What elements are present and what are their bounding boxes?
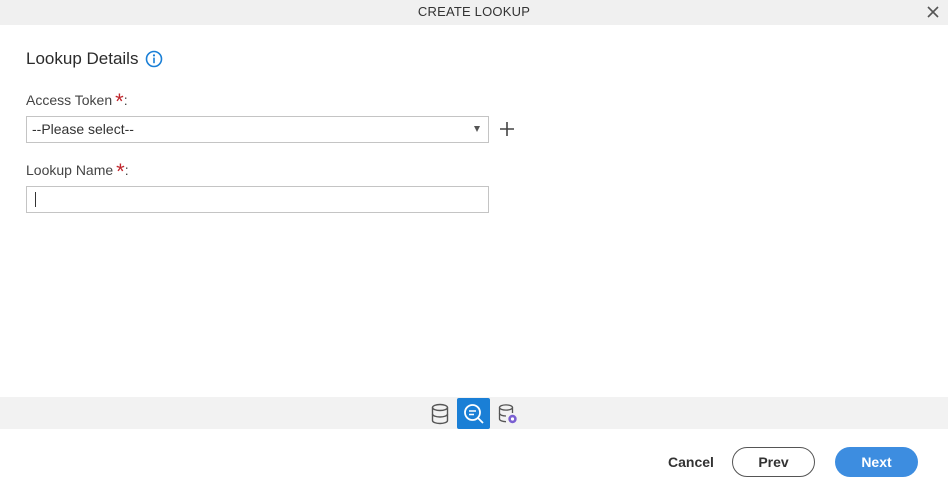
access-token-label: Access Token *:: [26, 91, 128, 113]
next-button[interactable]: Next: [835, 447, 918, 477]
lookup-name-input[interactable]: [26, 186, 489, 213]
step-database-settings[interactable]: [491, 398, 524, 429]
lookup-name-label: Lookup Name *:: [26, 161, 129, 183]
info-icon[interactable]: [145, 50, 163, 68]
wizard-step-bar: [0, 397, 948, 429]
cancel-button[interactable]: Cancel: [664, 447, 718, 477]
search-lookup-icon: [463, 403, 484, 424]
database-icon: [431, 403, 448, 424]
step-database[interactable]: [423, 398, 456, 429]
label-colon: :: [124, 162, 129, 178]
database-settings-icon: [498, 403, 517, 423]
access-token-select[interactable]: --Please select--: [26, 116, 489, 143]
label-colon: :: [123, 92, 128, 108]
text-cursor: [35, 192, 36, 207]
dialog-titlebar: CREATE LOOKUP: [0, 0, 948, 25]
access-token-selected-value: --Please select--: [32, 121, 134, 137]
add-access-token-icon[interactable]: [499, 121, 515, 137]
lookup-name-label-text: Lookup Name: [26, 162, 114, 178]
required-marker: *: [115, 89, 124, 114]
required-marker: *: [116, 159, 125, 184]
section-header: Lookup Details: [26, 49, 163, 69]
section-title: Lookup Details: [26, 49, 139, 68]
access-token-label-text: Access Token: [26, 92, 113, 108]
dialog-title: CREATE LOOKUP: [417, 4, 531, 19]
close-icon[interactable]: [924, 3, 942, 21]
step-lookup-details[interactable]: [457, 398, 490, 429]
dropdown-arrow-icon: [474, 126, 480, 132]
prev-button[interactable]: Prev: [732, 447, 815, 477]
